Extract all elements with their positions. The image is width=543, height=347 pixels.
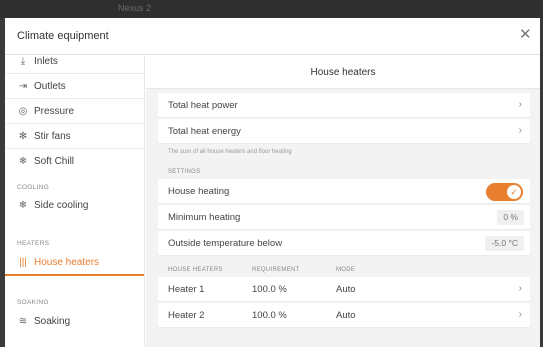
- chevron-right-icon: ›: [518, 309, 522, 320]
- dialog-titlebar: Climate equipment ✕: [5, 18, 540, 55]
- row-label: Total heat energy: [168, 125, 241, 137]
- heater-requirement: 100.0 %: [252, 283, 287, 295]
- outlet-icon: ⇥: [18, 80, 28, 92]
- sidebar-item-outlets[interactable]: ⇥ Outlets: [5, 74, 144, 99]
- sidebar-item-label: House heaters: [34, 257, 100, 268]
- row-label: Outside temperature below: [168, 237, 283, 249]
- sidebar-item-label: Pressure: [34, 105, 75, 117]
- close-icon[interactable]: ✕: [519, 27, 532, 43]
- heater-requirement: 100.0 %: [252, 309, 287, 321]
- minimum-heating-input[interactable]: 0 %: [497, 210, 524, 225]
- sidebar: ⤓ Inlets ⇥ Outlets ◎ Pressure ✻ Stir fan…: [5, 56, 145, 347]
- stir-fan-icon: ✻: [18, 130, 28, 142]
- sidebar-section-soaking: SOAKING: [17, 299, 49, 306]
- total-heat-power-row[interactable]: Total heat power ›: [158, 93, 530, 118]
- sidebar-item-label: Soaking: [34, 316, 71, 327]
- column-header-house-heaters: HOUSE HEATERS: [168, 267, 223, 273]
- heater-mode: Auto: [336, 283, 356, 295]
- soft-chill-icon: ❄: [18, 156, 28, 167]
- check-icon: ✓: [507, 185, 521, 199]
- dialog-title: Climate equipment: [17, 30, 109, 42]
- row-label: Total heat power: [168, 99, 238, 111]
- heater-name: Heater 1: [168, 283, 205, 295]
- sidebar-item-inlets[interactable]: ⤓ Inlets: [5, 56, 144, 74]
- outside-temperature-input[interactable]: -5.0 °C: [485, 236, 524, 251]
- info-note: The sum of all house heaters and floor h…: [168, 149, 292, 155]
- chevron-right-icon: ›: [518, 99, 522, 110]
- table-row[interactable]: Heater 1 100.0 % Auto ›: [158, 277, 530, 302]
- side-cooling-icon: ❄: [18, 200, 28, 211]
- row-label: House heating: [168, 185, 230, 197]
- sidebar-item-label: Stir fans: [34, 130, 71, 142]
- climate-equipment-dialog: Climate equipment ✕ ⤓ Inlets ⇥ Outlets ◎…: [5, 18, 540, 347]
- sidebar-item-pressure[interactable]: ◎ Pressure: [5, 99, 144, 124]
- minimum-heating-row: Minimum heating 0 %: [158, 205, 530, 230]
- background-window-title: Nexus 2: [118, 3, 152, 13]
- page-title: House heaters: [146, 56, 540, 89]
- sidebar-item-label: Outlets: [34, 80, 66, 92]
- column-header-requirement: REQUIREMENT: [252, 267, 300, 273]
- house-heating-row: House heating ✓: [158, 179, 530, 204]
- sidebar-item-house-heaters[interactable]: ||| House heaters: [5, 251, 144, 276]
- sidebar-item-stir-fans[interactable]: ✻ Stir fans: [5, 124, 144, 149]
- sidebar-item-label: Side cooling: [34, 200, 89, 211]
- settings-section-label: SETTINGS: [168, 169, 201, 175]
- sidebar-item-soft-chill[interactable]: ❄ Soft Chill: [5, 149, 144, 174]
- soaking-icon: ≋: [18, 316, 28, 327]
- chevron-right-icon: ›: [518, 283, 522, 294]
- pressure-icon: ◎: [18, 105, 28, 117]
- row-label: Minimum heating: [168, 211, 241, 223]
- background-window-strip: Nexus 2: [0, 0, 543, 18]
- sidebar-item-side-cooling[interactable]: ❄ Side cooling: [5, 193, 144, 218]
- heater-name: Heater 2: [168, 309, 205, 321]
- main-panel: House heaters Total heat power › Total h…: [146, 56, 540, 347]
- table-row[interactable]: Heater 2 100.0 % Auto ›: [158, 303, 530, 328]
- column-header-mode: MODE: [336, 267, 356, 273]
- sidebar-item-label: Soft Chill: [34, 156, 75, 167]
- chevron-right-icon: ›: [518, 125, 522, 136]
- sidebar-section-cooling: COOLING: [17, 184, 50, 191]
- inlet-icon: ⤓: [20, 56, 26, 67]
- house-heaters-icon: |||: [19, 257, 27, 268]
- total-heat-energy-row[interactable]: Total heat energy ›: [158, 119, 530, 144]
- sidebar-item-label: Inlets: [34, 56, 58, 67]
- house-heating-toggle[interactable]: ✓: [486, 183, 523, 201]
- sidebar-section-heaters: HEATERS: [17, 240, 50, 247]
- heater-mode: Auto: [336, 309, 356, 321]
- sidebar-item-soaking[interactable]: ≋ Soaking: [5, 309, 144, 334]
- outside-temperature-row: Outside temperature below -5.0 °C: [158, 231, 530, 256]
